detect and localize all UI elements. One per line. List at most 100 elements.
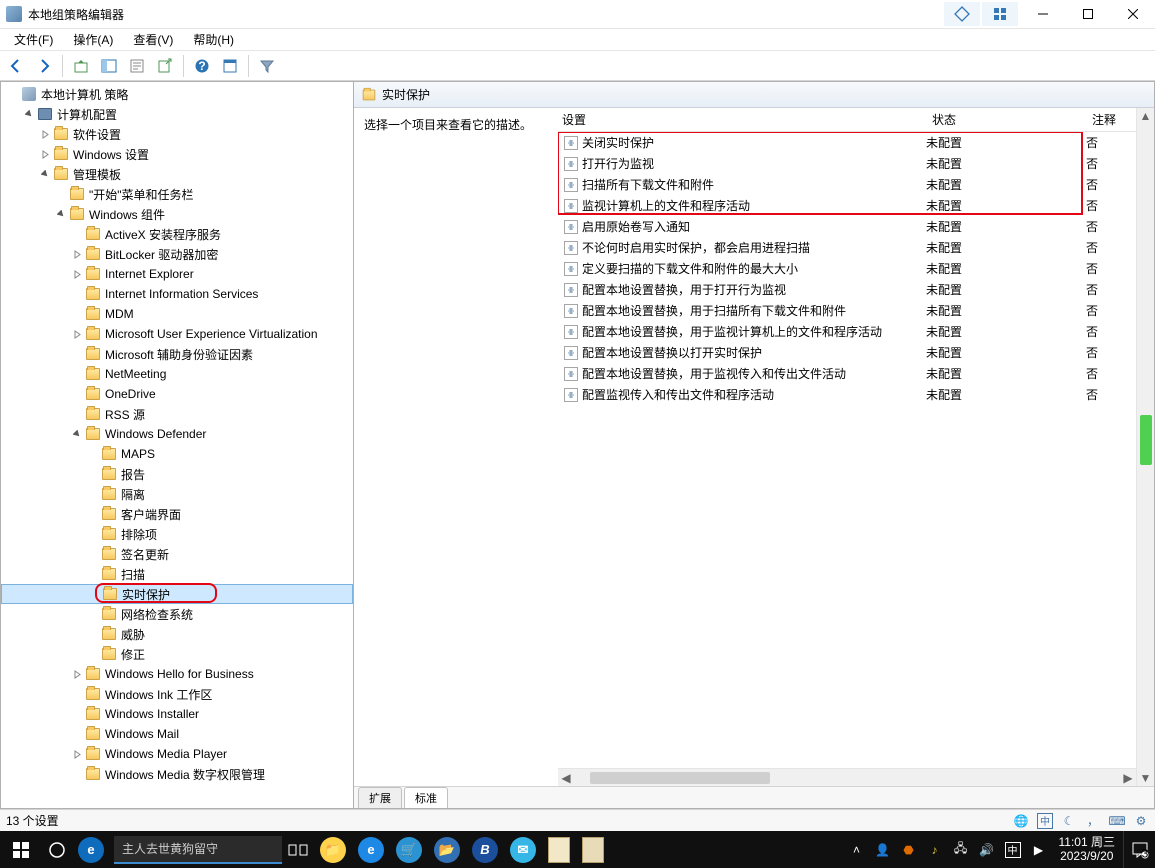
keyboard-icon[interactable]: ⌨ [1109,813,1125,829]
menu-file[interactable]: 文件(F) [6,29,61,50]
policy-row[interactable]: 监视计算机上的文件和程序活动 未配置 否 [558,195,1136,216]
menu-view[interactable]: 查看(V) [125,29,181,50]
tree-quarantine[interactable]: 隔离 [1,484,353,504]
col-note[interactable]: 注释 [1086,111,1136,128]
policy-row[interactable]: 配置本地设置替换，用于扫描所有下载文件和附件 未配置 否 [558,300,1136,321]
tree-sig-updates[interactable]: 签名更新 [1,544,353,564]
policy-row[interactable]: 关闭实时保护 未配置 否 [558,132,1136,153]
gear-icon[interactable]: ⚙ [1133,813,1149,829]
aux-icon-1[interactable] [944,2,980,26]
close-button[interactable] [1110,0,1155,28]
taskview-button[interactable] [282,831,314,868]
back-button[interactable] [4,54,28,78]
aux-icon-2[interactable] [982,2,1018,26]
maximize-button[interactable] [1065,0,1110,28]
policy-row[interactable]: 配置本地设置替换，用于打开行为监视 未配置 否 [558,279,1136,300]
help-button[interactable]: ? [190,54,214,78]
tree-mail[interactable]: Windows Mail [1,724,353,744]
forward-button[interactable] [32,54,56,78]
h-scrollbar[interactable]: ◀ ▶ [558,768,1136,786]
tray-ime-icon[interactable]: 中 [1005,842,1021,858]
tree-computer-config[interactable]: 计算机配置 [1,104,353,124]
tree-admin-templates[interactable]: 管理模板 [1,164,353,184]
v-scrollbar[interactable]: ▲ ▼ [1136,108,1154,786]
tray-triangle-icon[interactable]: ▶ [1031,842,1047,858]
tree-iis[interactable]: Internet Information Services [1,284,353,304]
menu-help[interactable]: 帮助(H) [185,29,242,50]
tree-threats[interactable]: 威胁 [1,624,353,644]
up-button[interactable] [69,54,93,78]
tree-netmeeting[interactable]: NetMeeting [1,364,353,384]
tree-defender[interactable]: Windows Defender [1,424,353,444]
taskbar-clock[interactable]: 11:01 周三 2023/9/20 [1051,836,1123,862]
policy-row[interactable]: 配置本地设置替换以打开实时保护 未配置 否 [558,342,1136,363]
pinned-app-1[interactable]: 📁 [314,831,352,868]
action-center-button[interactable]: 3 [1123,831,1155,868]
pinned-app-3[interactable]: 🛒 [390,831,428,868]
tray-note-icon[interactable]: ♪ [927,842,943,858]
pinned-app-7[interactable] [542,831,576,868]
tree-rss[interactable]: RSS 源 [1,404,353,424]
tree-mdm[interactable]: MDM [1,304,353,324]
minimize-button[interactable] [1020,0,1065,28]
filter-button[interactable] [255,54,279,78]
col-state[interactable]: 状态 [926,111,1086,128]
tree-ie[interactable]: Internet Explorer [1,264,353,284]
show-hide-tree-button[interactable] [97,54,121,78]
tree-maps[interactable]: MAPS [1,444,353,464]
tree-bitlocker[interactable]: BitLocker 驱动器加密 [1,244,353,264]
tree-installer[interactable]: Windows Installer [1,704,353,724]
tree-start-menu[interactable]: "开始"菜单和任务栏 [1,184,353,204]
tab-standard[interactable]: 标准 [404,787,448,808]
tree-secondary-auth[interactable]: Microsoft 辅助身份验证因素 [1,344,353,364]
tree-report[interactable]: 报告 [1,464,353,484]
policy-row[interactable]: 配置监视传入和传出文件和程序活动 未配置 否 [558,384,1136,405]
tree-pane[interactable]: 本地计算机 策略 计算机配置 软件设置 Windows 设置 管理模板 "开始"… [0,81,354,809]
ime-icon[interactable]: 中 [1037,813,1053,829]
policy-row[interactable]: 不论何时启用实时保护，都会启用进程扫描 未配置 否 [558,237,1136,258]
refresh-button[interactable] [218,54,242,78]
policy-row[interactable]: 配置本地设置替换，用于监视计算机上的文件和程序活动 未配置 否 [558,321,1136,342]
tray-up-icon[interactable]: ˄ [849,842,865,858]
tree-drm[interactable]: Windows Media 数字权限管理 [1,764,353,784]
tree-realtime[interactable]: 实时保护 [1,584,353,604]
policy-row[interactable]: 打开行为监视 未配置 否 [558,153,1136,174]
start-button[interactable] [0,831,42,868]
cortana-button[interactable] [42,831,72,868]
tree-client-ui[interactable]: 客户端界面 [1,504,353,524]
col-setting[interactable]: 设置 [558,111,926,128]
tree-remediation[interactable]: 修正 [1,644,353,664]
pinned-app-8[interactable] [576,831,610,868]
tree-network-inspection[interactable]: 网络检查系统 [1,604,353,624]
comma-icon[interactable]: ， [1085,813,1101,829]
tree-win-components[interactable]: Windows 组件 [1,204,353,224]
tree-scan[interactable]: 扫描 [1,564,353,584]
tray-shield-icon[interactable]: ⬣ [901,842,917,858]
menu-action[interactable]: 操作(A) [65,29,121,50]
pinned-app-5[interactable]: B [466,831,504,868]
tree-onedrive[interactable]: OneDrive [1,384,353,404]
tree-activex[interactable]: ActiveX 安装程序服务 [1,224,353,244]
export-button[interactable] [153,54,177,78]
tree-root[interactable]: 本地计算机 策略 [1,84,353,104]
edge-button[interactable]: e [72,831,110,868]
policy-row[interactable]: 扫描所有下载文件和附件 未配置 否 [558,174,1136,195]
pinned-app-4[interactable]: 📂 [428,831,466,868]
properties-button[interactable] [125,54,149,78]
policy-row[interactable]: 定义要扫描的下载文件和附件的最大大小 未配置 否 [558,258,1136,279]
tree-ink[interactable]: Windows Ink 工作区 [1,684,353,704]
moon-icon[interactable]: ☾ [1061,813,1077,829]
tree-uev[interactable]: Microsoft User Experience Virtualization [1,324,353,344]
tree-mediaplayer[interactable]: Windows Media Player [1,744,353,764]
tree-hello[interactable]: Windows Hello for Business [1,664,353,684]
taskbar-search[interactable]: 主人去世黄狗留守 [114,836,282,864]
pinned-app-6[interactable]: ✉ [504,831,542,868]
policy-row[interactable]: 配置本地设置替换，用于监视传入和传出文件活动 未配置 否 [558,363,1136,384]
tray-network-icon[interactable]: 🖧 [953,842,969,858]
tab-extended[interactable]: 扩展 [358,787,402,808]
policy-row[interactable]: 启用原始卷写入通知 未配置 否 [558,216,1136,237]
tree-windows-settings[interactable]: Windows 设置 [1,144,353,164]
tray-people-icon[interactable]: 👤 [875,842,891,858]
tray-volume-icon[interactable]: 🔊 [979,842,995,858]
tree-software-settings[interactable]: 软件设置 [1,124,353,144]
